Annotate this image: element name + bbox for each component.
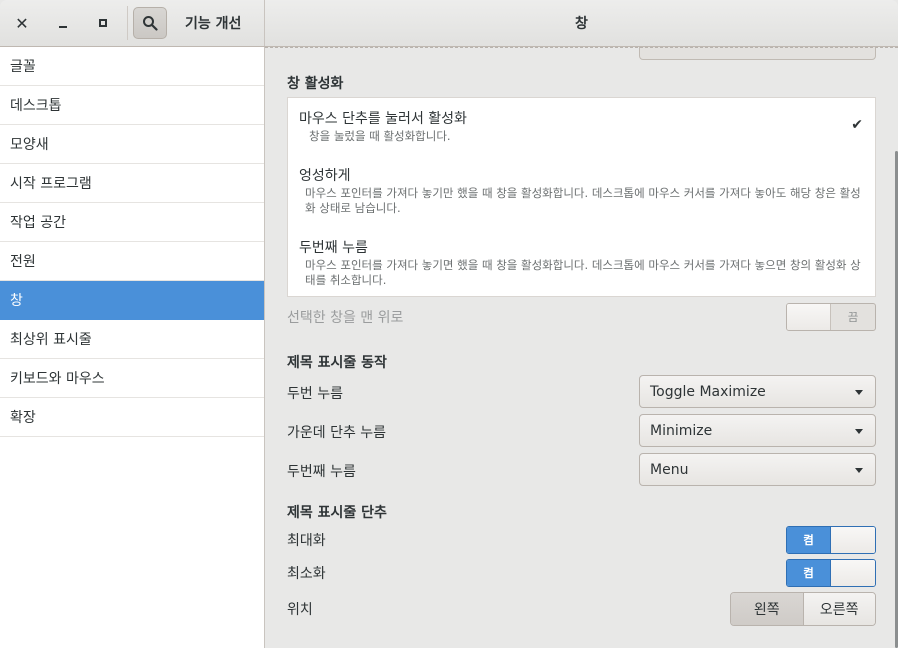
combo-value: Toggle Maximize xyxy=(650,383,766,400)
sidebar-item-topbar[interactable]: 최상위 표시줄 xyxy=(0,320,264,359)
page-title: 창 xyxy=(575,16,588,32)
main-panel: 창 활성화 마우스 단추를 눌러서 활성화 창을 눌렀을 때 활성화합니다. ✔… xyxy=(265,47,898,648)
switch-state-label: 켬 xyxy=(787,527,832,553)
sidebar-item-appearance[interactable]: 모양새 xyxy=(0,125,264,164)
partial-combo[interactable] xyxy=(639,47,876,60)
focus-option-label: 두번째 누름 xyxy=(299,240,368,256)
focus-mode-list: 마우스 단추를 눌러서 활성화 창을 눌렀을 때 활성화합니다. ✔ 엉성하게 … xyxy=(287,97,876,297)
minimize-icon[interactable] xyxy=(51,11,75,35)
header-left: ✕ 기능 개선 xyxy=(0,0,265,46)
placement-label: 위치 xyxy=(287,602,313,618)
sidebar-item-workspaces[interactable]: 작업 공간 xyxy=(0,203,264,242)
app-title: 기능 개선 xyxy=(185,16,242,32)
sidebar-item-desktop[interactable]: 데스크톱 xyxy=(0,86,264,125)
middle-click-combo[interactable]: Minimize xyxy=(639,414,876,447)
placement-toggle: 왼쪽 오른쪽 xyxy=(730,592,876,626)
search-button[interactable] xyxy=(133,7,167,39)
switch-state-label: 끔 xyxy=(847,310,859,324)
search-icon xyxy=(143,16,158,31)
double-click-label: 두번 누름 xyxy=(287,386,343,402)
sidebar-item-fonts[interactable]: 글꼴 xyxy=(0,47,264,86)
focus-option-click[interactable]: 마우스 단추를 눌러서 활성화 창을 눌렀을 때 활성화합니다. ✔ xyxy=(299,108,863,144)
focus-option-desc: 마우스 포인터를 가져다 놓기만 했을 때 창을 활성화합니다. 데스크톱에 마… xyxy=(305,186,861,215)
secondary-click-label: 두번째 누름 xyxy=(287,464,356,480)
combo-value: Menu xyxy=(650,461,689,478)
maximize-icon[interactable] xyxy=(91,11,115,35)
double-click-combo[interactable]: Toggle Maximize xyxy=(639,375,876,408)
sidebar-item-windows[interactable]: 창 xyxy=(0,281,264,320)
focus-option-desc: 마우스 포인터를 가져다 놓기면 했을 때 창을 활성화합니다. 데스크톱에 마… xyxy=(305,258,861,287)
raise-on-focus-label: 선택한 창을 맨 위로 xyxy=(287,310,404,326)
focus-option-label: 엉성하게 xyxy=(299,168,351,184)
placement-left-button[interactable]: 왼쪽 xyxy=(731,593,804,625)
sidebar: 글꼴 데스크톱 모양새 시작 프로그램 작업 공간 전원 창 최상위 표시줄 키… xyxy=(0,47,265,648)
focus-option-secondary[interactable]: 두번째 누름 마우스 포인터를 가져다 놓기면 했을 때 창을 활성화합니다. … xyxy=(299,237,863,288)
switch-knob xyxy=(831,560,875,586)
chevron-down-icon xyxy=(855,468,863,473)
maximize-button-label: 최대화 xyxy=(287,533,326,549)
switch-knob xyxy=(831,527,875,553)
header-separator xyxy=(127,6,128,40)
section-title-titlebar-buttons: 제목 표시줄 단추 xyxy=(287,505,387,521)
section-title-titlebar-actions: 제목 표시줄 동작 xyxy=(287,355,387,371)
chevron-down-icon xyxy=(855,429,863,434)
placement-right-button[interactable]: 오른쪽 xyxy=(803,593,875,625)
checkmark-icon: ✔ xyxy=(851,117,863,133)
maximize-button-switch[interactable]: 켬 xyxy=(786,526,876,554)
sidebar-item-keyboard-mouse[interactable]: 키보드와 마우스 xyxy=(0,359,264,398)
minimize-button-label: 최소화 xyxy=(287,566,326,582)
minimize-button-switch[interactable]: 켬 xyxy=(786,559,876,587)
secondary-click-combo[interactable]: Menu xyxy=(639,453,876,486)
header-bar: ✕ 기능 개선 창 xyxy=(0,0,898,47)
raise-on-focus-switch[interactable]: 끔 xyxy=(786,303,876,331)
middle-click-label: 가운데 단추 누름 xyxy=(287,425,387,441)
sidebar-item-startup[interactable]: 시작 프로그램 xyxy=(0,164,264,203)
switch-state-label: 켬 xyxy=(787,560,832,586)
switch-knob xyxy=(787,304,832,330)
sidebar-item-power[interactable]: 전원 xyxy=(0,242,264,281)
focus-option-label: 마우스 단추를 눌러서 활성화 xyxy=(299,111,467,127)
focus-option-sloppy[interactable]: 엉성하게 마우스 포인터를 가져다 놓기만 했을 때 창을 활성화합니다. 데스… xyxy=(299,165,863,216)
section-title-focus: 창 활성화 xyxy=(287,76,344,92)
close-icon[interactable]: ✕ xyxy=(10,11,34,35)
focus-option-desc: 창을 눌렀을 때 활성화합니다. xyxy=(309,129,451,143)
chevron-down-icon xyxy=(855,390,863,395)
scroll-edge xyxy=(265,47,898,48)
combo-value: Minimize xyxy=(650,422,713,439)
sidebar-item-extensions[interactable]: 확장 xyxy=(0,398,264,437)
